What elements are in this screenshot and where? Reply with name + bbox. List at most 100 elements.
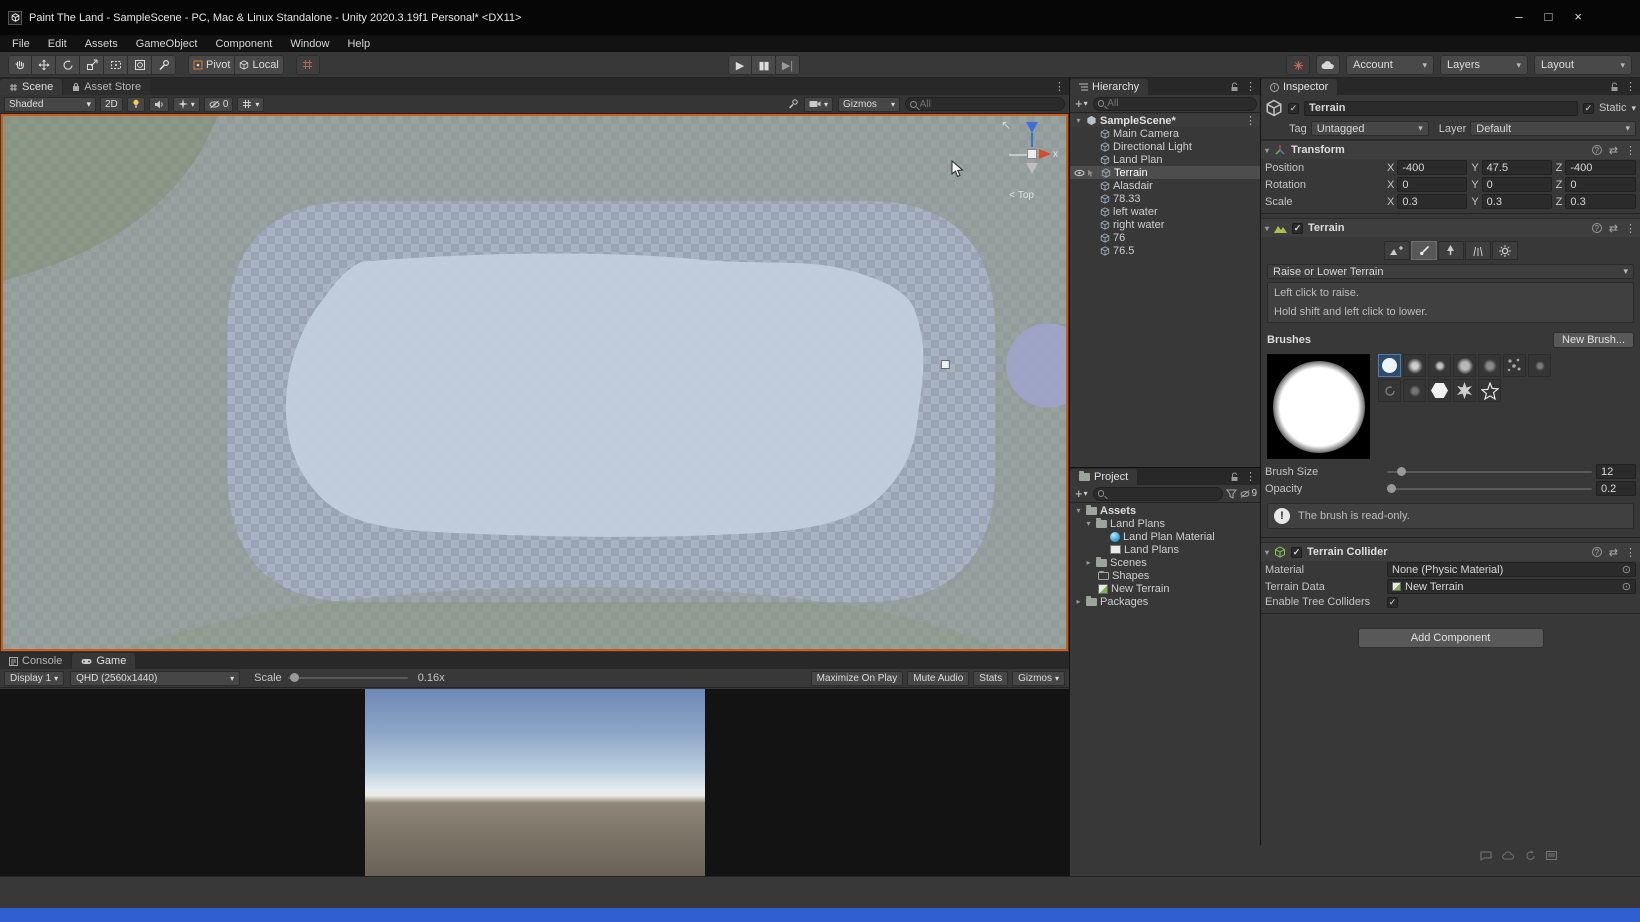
tab-inspector[interactable]: i Inspector: [1261, 79, 1337, 95]
display-dropdown[interactable]: Display 1 ▾: [4, 671, 64, 686]
brush-star-outline[interactable]: [1478, 379, 1501, 402]
step-button[interactable]: ▶|: [776, 55, 800, 75]
project-create-button[interactable]: + ▾: [1073, 486, 1090, 501]
scene-row-menu-icon[interactable]: ⋮: [1245, 114, 1256, 127]
scene-orientation-gizmo[interactable]: ↖ x < Top: [1001, 118, 1065, 210]
project-item-land-plans-asset[interactable]: Land Plans: [1070, 543, 1260, 556]
menu-window[interactable]: Window: [282, 37, 337, 51]
presets-icon[interactable]: ⇄: [1609, 546, 1618, 559]
object-picker-icon[interactable]: ⊙: [1622, 580, 1631, 593]
scene-viewport[interactable]: ↖ x < Top: [1, 114, 1068, 651]
project-menu-icon[interactable]: ⋮: [1245, 470, 1256, 483]
play-button[interactable]: ▶: [728, 55, 752, 75]
hierarchy-item-land-plan[interactable]: Land Plan: [1070, 153, 1260, 166]
scene-gizmos-dropdown[interactable]: Gizmos ▾: [838, 97, 900, 112]
component-menu-icon[interactable]: ⋮: [1625, 546, 1636, 559]
collapse-arrow-icon[interactable]: ▾: [1074, 506, 1083, 515]
tab-console[interactable]: Console: [0, 653, 71, 669]
custom-tool-button[interactable]: [152, 55, 176, 75]
menu-edit[interactable]: Edit: [40, 37, 75, 51]
collapse-arrow-icon[interactable]: ▾: [1074, 116, 1083, 125]
hidden-packages-icon[interactable]: 9: [1240, 488, 1257, 499]
hierarchy-item-right-water[interactable]: right water: [1070, 218, 1260, 231]
axis-x-cone[interactable]: [1039, 149, 1051, 159]
axis-y-cone[interactable]: [1026, 163, 1038, 174]
rotation-x-field[interactable]: 0: [1397, 177, 1467, 192]
object-name-field[interactable]: [1304, 101, 1578, 116]
object-picker-icon[interactable]: ⊙: [1622, 563, 1631, 576]
project-search-field[interactable]: [1093, 487, 1224, 501]
visibility-eye-icon[interactable]: [1074, 169, 1085, 177]
add-component-button[interactable]: Add Component: [1358, 628, 1544, 648]
help-icon[interactable]: ?: [1592, 145, 1602, 155]
status-console-icon[interactable]: [1546, 850, 1557, 861]
scene-search-field[interactable]: [905, 97, 1065, 111]
brush-blob-faint[interactable]: [1403, 379, 1426, 402]
hierarchy-item-terrain[interactable]: Terrain: [1070, 166, 1260, 179]
shading-mode-dropdown[interactable]: Shaded ▾: [4, 97, 96, 112]
terrain-header[interactable]: ▾ ✓ Terrain ? ⇄ ⋮: [1261, 219, 1640, 237]
menu-assets[interactable]: Assets: [77, 37, 126, 51]
component-menu-icon[interactable]: ⋮: [1625, 222, 1636, 235]
hierarchy-item-left-water[interactable]: left water: [1070, 205, 1260, 218]
menu-component[interactable]: Component: [207, 37, 280, 51]
scale-x-field[interactable]: 0.3: [1397, 194, 1467, 209]
hierarchy-item-alasdair[interactable]: Alasdair: [1070, 179, 1260, 192]
position-x-field[interactable]: -400: [1397, 160, 1467, 175]
brush-hexagon[interactable]: [1428, 379, 1451, 402]
terrain-data-object-field[interactable]: New Terrain ⊙: [1387, 579, 1636, 594]
move-tool-button[interactable]: [32, 55, 56, 75]
menu-help[interactable]: Help: [339, 37, 378, 51]
scale-z-field[interactable]: 0.3: [1565, 194, 1636, 209]
opacity-thumb[interactable]: [1387, 484, 1396, 493]
lock-icon[interactable]: [1230, 472, 1239, 482]
static-caret-icon[interactable]: ▾: [1631, 103, 1636, 114]
brush-circle-soft[interactable]: [1403, 354, 1426, 377]
hierarchy-item-78-33[interactable]: 78.33: [1070, 192, 1260, 205]
maximize-on-play-button[interactable]: Maximize On Play: [811, 671, 904, 686]
axis-z-cone[interactable]: [1026, 122, 1038, 133]
search-by-type-icon[interactable]: [1226, 489, 1237, 499]
opacity-value[interactable]: 0.2: [1596, 481, 1636, 496]
transform-tool-button[interactable]: [128, 55, 152, 75]
hierarchy-scene-row[interactable]: ▾ SampleScene* ⋮: [1070, 114, 1260, 127]
status-message-icon[interactable]: [1480, 850, 1492, 861]
lock-icon[interactable]: [1230, 82, 1239, 92]
layout-dropdown[interactable]: Layout ▾: [1534, 55, 1632, 75]
project-item-land-plans-folder[interactable]: ▾ Land Plans: [1070, 517, 1260, 530]
mute-audio-button[interactable]: Mute Audio: [907, 671, 969, 686]
rotation-y-field[interactable]: 0: [1482, 177, 1552, 192]
terrain-tool-paint[interactable]: [1411, 241, 1437, 260]
scene-audio-toggle[interactable]: [149, 97, 169, 112]
brush-swirl-faint[interactable]: [1378, 379, 1401, 402]
project-item-new-terrain[interactable]: New Terrain: [1070, 582, 1260, 595]
terrain-tool-trees[interactable]: [1438, 241, 1464, 260]
menu-file[interactable]: File: [4, 37, 38, 51]
project-item-scenes[interactable]: ▸ Scenes: [1070, 556, 1260, 569]
minimize-icon[interactable]: –: [1515, 9, 1522, 24]
brush-circle-solid[interactable]: [1378, 354, 1401, 377]
scene-lighting-toggle[interactable]: [127, 97, 145, 112]
project-item-shapes[interactable]: Shapes: [1070, 569, 1260, 582]
presets-icon[interactable]: ⇄: [1609, 222, 1618, 235]
undo-history-button[interactable]: [1286, 55, 1310, 75]
tree-colliders-checkbox[interactable]: ✓: [1387, 597, 1398, 608]
pickability-icon[interactable]: [1087, 169, 1096, 177]
tab-asset-store[interactable]: Asset Store: [63, 79, 150, 95]
scene-grid-dropdown[interactable]: ▾: [237, 97, 264, 112]
account-dropdown[interactable]: Account ▾: [1346, 55, 1434, 75]
terrain-tool-mode-dropdown[interactable]: Raise or Lower Terrain ▾: [1267, 264, 1634, 279]
active-checkbox[interactable]: ✓: [1288, 103, 1299, 114]
rotate-tool-button[interactable]: [56, 55, 80, 75]
terrain-collider-header[interactable]: ▾ ✓ Terrain Collider ? ⇄ ⋮: [1261, 543, 1640, 561]
scene-camera-settings-icon[interactable]: [787, 98, 799, 110]
brush-size-slider[interactable]: [1387, 471, 1592, 473]
terrain-enabled-checkbox[interactable]: ✓: [1292, 223, 1303, 234]
project-search-input[interactable]: [1107, 488, 1218, 499]
scene-camera-dropdown[interactable]: ▾: [804, 97, 833, 112]
layer-dropdown[interactable]: Default ▾: [1470, 121, 1636, 136]
scale-slider[interactable]: [288, 677, 408, 679]
rect-tool-button[interactable]: [104, 55, 128, 75]
inspector-menu-icon[interactable]: ⋮: [1625, 80, 1636, 93]
brush-size-value[interactable]: 12: [1596, 464, 1636, 479]
